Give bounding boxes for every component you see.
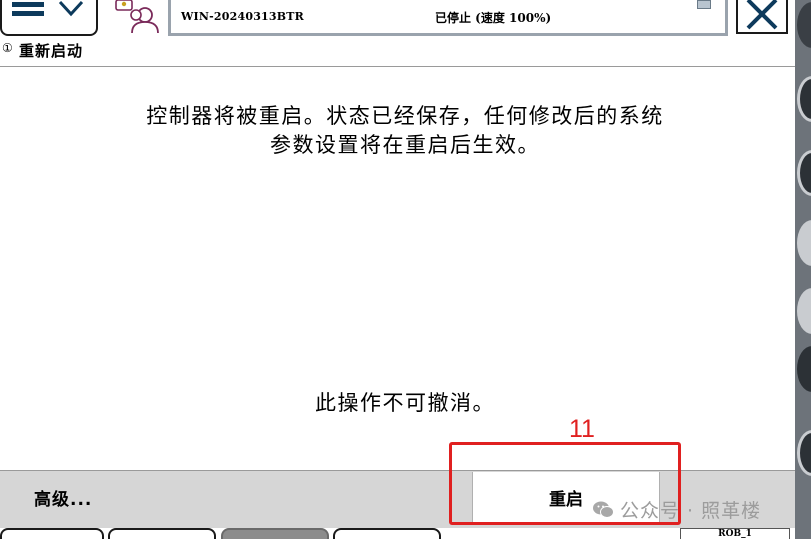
side-button-panel	[795, 0, 811, 539]
step-number-annotation: 11	[569, 415, 595, 443]
taskbar-tab-2[interactable]	[108, 528, 216, 539]
controller-hostname: WIN-20240313BTR	[181, 10, 304, 23]
taskbar-tab-active[interactable]	[221, 528, 329, 539]
watermark: 公众号 · 照革楼	[592, 496, 761, 523]
close-icon	[746, 0, 778, 30]
status-panel[interactable]: WIN-20240313BTR 已停止 (速度 100%)	[168, 0, 728, 36]
taskbar-tab-1[interactable]	[0, 528, 104, 539]
side-button-6[interactable]	[797, 430, 811, 476]
page-title-bar: ① 重新启动	[0, 36, 795, 67]
wechat-icon	[593, 501, 614, 518]
side-button-4[interactable]	[797, 288, 811, 334]
page-title: 重新启动	[19, 42, 84, 60]
side-button-5[interactable]	[797, 346, 811, 392]
restart-message-line-1: 控制器将被重启。状态已经保存，任何修改后的系统	[146, 104, 664, 128]
side-button-3[interactable]	[797, 220, 811, 266]
advanced-button[interactable]: 高级...	[34, 485, 92, 510]
restart-message: 控制器将被重启。状态已经保存，任何修改后的系统 参数设置将在重启后生效。	[60, 102, 750, 160]
operator-window-icon	[697, 0, 711, 9]
info-icon: ①	[2, 41, 13, 55]
taskbar: ROB_1	[0, 528, 795, 539]
side-button-top[interactable]	[797, 2, 811, 48]
mechanical-unit-indicator[interactable]: ROB_1	[680, 528, 790, 539]
restart-button-label: 重启	[549, 489, 583, 510]
user-info-icon[interactable]	[114, 0, 162, 34]
taskbar-tab-4[interactable]	[333, 528, 441, 539]
undo-warning: 此操作不可撤消。	[315, 391, 495, 415]
controller-status: 已停止 (速度 100%)	[435, 11, 552, 25]
restart-message-line-2: 参数设置将在重启后生效。	[270, 133, 540, 157]
side-button-1[interactable]	[797, 76, 811, 122]
chevron-down-icon	[58, 0, 84, 17]
main-menu-button[interactable]	[0, 0, 98, 36]
watermark-text: 公众号 · 照革楼	[620, 500, 762, 522]
close-button[interactable]	[736, 0, 788, 34]
side-button-2[interactable]	[797, 150, 811, 196]
hamburger-icon	[12, 2, 44, 24]
top-bar: WIN-20240313BTR 已停止 (速度 100%)	[0, 0, 795, 36]
